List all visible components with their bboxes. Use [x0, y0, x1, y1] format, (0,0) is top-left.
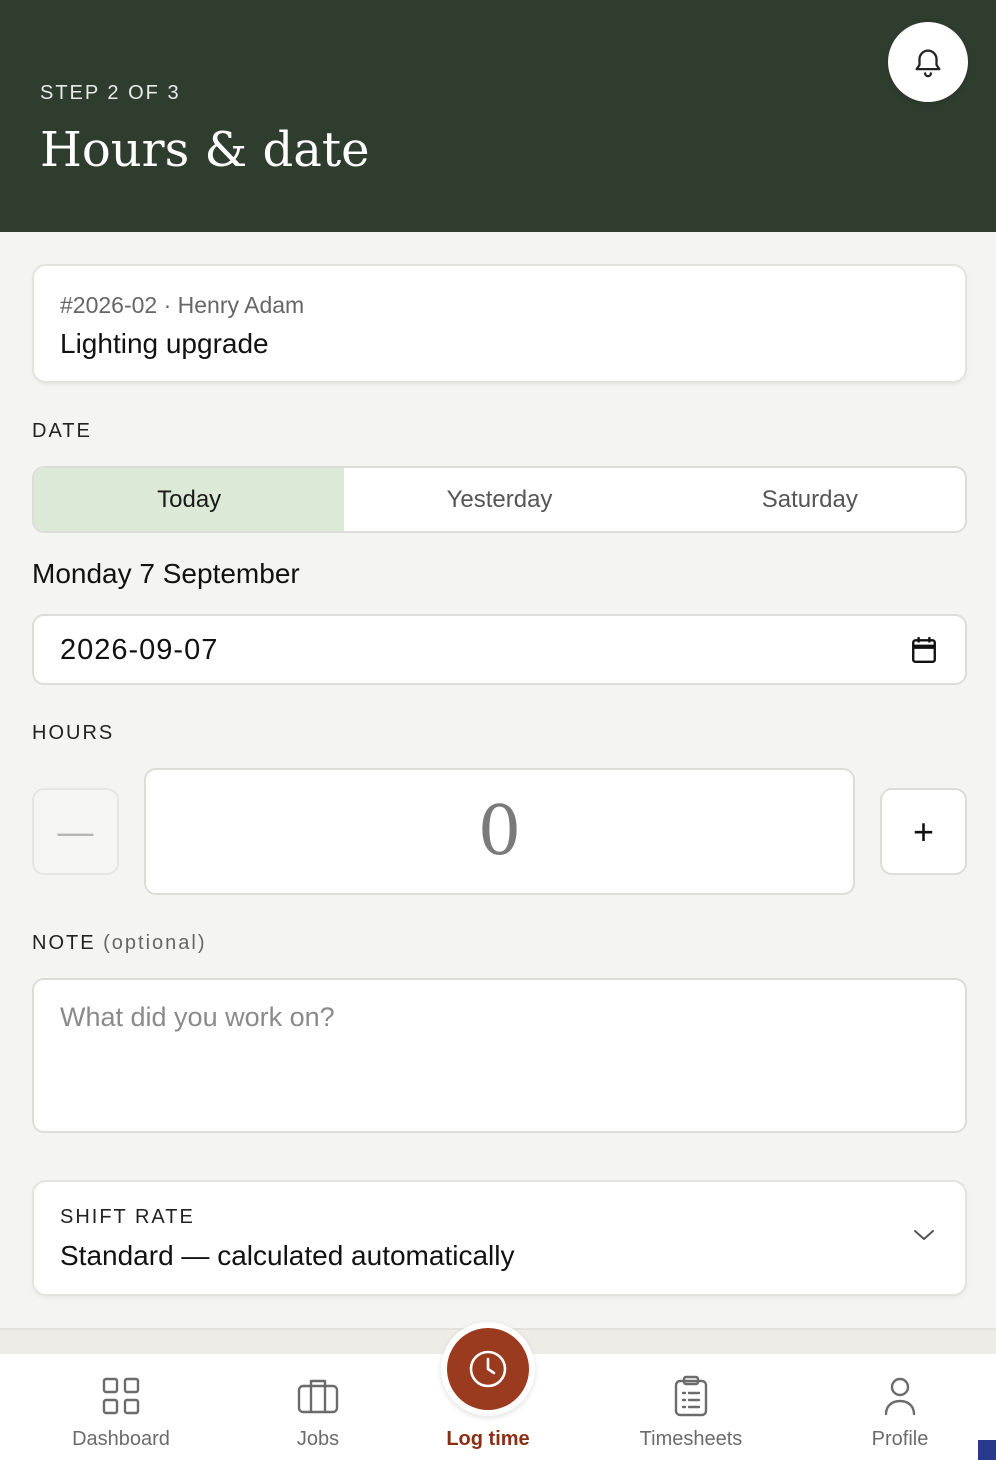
grid-icon	[102, 1377, 140, 1415]
note-label: NOTE (optional)	[32, 932, 207, 955]
chevron-down-icon	[914, 1230, 934, 1240]
date-option-today[interactable]: Today	[34, 468, 345, 531]
nav-label-profile: Profile	[871, 1428, 929, 1450]
date-option-yesterday[interactable]: Yesterday	[344, 468, 654, 531]
shift-rate-label: SHIFT RATE	[60, 1206, 195, 1228]
job-name: Lighting upgrade	[60, 328, 269, 359]
nav-item-profile[interactable]: Profile	[820, 1354, 980, 1460]
clock-icon	[469, 1350, 507, 1388]
shift-rate-value: Standard — calculated automatically	[60, 1240, 515, 1271]
hours-label: HOURS	[32, 722, 115, 744]
date-quick-select: Today Yesterday Saturday	[32, 466, 967, 533]
step-indicator: STEP 2 OF 3	[40, 82, 181, 104]
log-time-fab-circle	[447, 1328, 529, 1410]
note-placeholder: What did you work on?	[60, 1002, 335, 1032]
nav-label-jobs: Jobs	[296, 1428, 340, 1450]
date-input-value: 2026-09-07	[60, 634, 219, 666]
selected-date-long: Monday 7 September	[32, 558, 300, 589]
nav-item-jobs[interactable]: Jobs	[238, 1354, 398, 1460]
page-title: Hours & date	[40, 122, 370, 178]
nav-label-dashboard: Dashboard	[72, 1428, 170, 1450]
page-header: STEP 2 OF 3 Hours & date	[0, 0, 996, 232]
hours-input[interactable]: 0	[144, 768, 855, 895]
note-label-text: NOTE	[32, 932, 96, 954]
briefcase-icon	[297, 1379, 339, 1414]
date-input[interactable]: 2026-09-07	[32, 614, 967, 685]
date-option-saturday[interactable]: Saturday	[655, 468, 965, 531]
shift-rate-select[interactable]: SHIFT RATE Standard — calculated automat…	[32, 1180, 967, 1296]
job-card: #2026-02 · Henry Adam Lighting upgrade	[32, 264, 967, 383]
note-textarea[interactable]: What did you work on?	[32, 978, 967, 1133]
notifications-button[interactable]	[888, 22, 968, 102]
job-meta: #2026-02 · Henry Adam	[60, 292, 305, 318]
date-label: DATE	[32, 420, 92, 442]
nav-label-timesheets: Timesheets	[639, 1428, 743, 1450]
window-corner	[978, 1440, 996, 1460]
bell-icon	[915, 49, 941, 78]
note-optional-text: (optional)	[103, 932, 207, 954]
nav-item-timesheets[interactable]: Timesheets	[611, 1354, 771, 1460]
nav-label-log-time: Log time	[446, 1428, 530, 1450]
user-icon	[884, 1377, 916, 1416]
clipboard-icon	[674, 1375, 708, 1417]
increase-hours-button[interactable]: +	[880, 788, 967, 875]
nav-item-dashboard[interactable]: Dashboard	[41, 1354, 201, 1460]
decrease-hours-button[interactable]: —	[32, 788, 119, 875]
calendar-icon[interactable]	[911, 636, 937, 664]
log-time-fab[interactable]	[441, 1322, 535, 1416]
